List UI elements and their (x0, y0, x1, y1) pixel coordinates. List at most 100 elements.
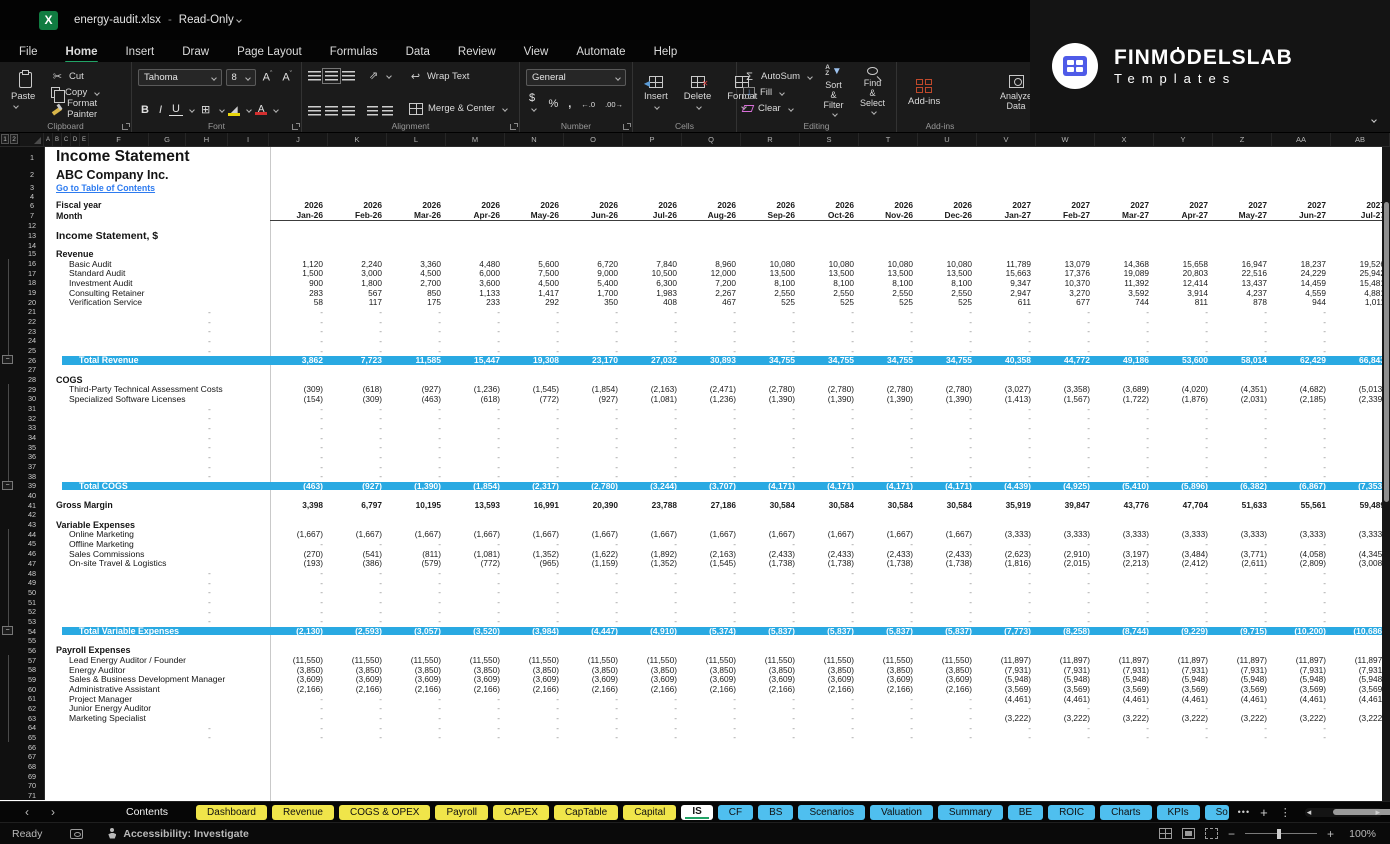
cell[interactable]: - (270, 326, 329, 336)
cell[interactable]: - (565, 452, 624, 462)
column-header-M[interactable]: M (446, 133, 505, 146)
align-top-icon[interactable] (308, 70, 321, 81)
cell[interactable]: (927) (329, 481, 388, 491)
cell[interactable]: - (860, 317, 919, 327)
cell[interactable]: - (978, 433, 1037, 443)
cell[interactable]: - (624, 413, 683, 423)
cell[interactable]: (11,550) (683, 655, 742, 665)
cell[interactable]: - (1155, 597, 1214, 607)
cell[interactable]: - (329, 713, 388, 723)
cell[interactable]: Dec-26 (919, 210, 978, 221)
cell[interactable]: - (1273, 326, 1332, 336)
cell[interactable]: - (1037, 732, 1096, 742)
cell[interactable]: - (978, 597, 1037, 607)
cell[interactable]: 13,500 (742, 268, 801, 278)
sheet-nav-back[interactable]: ‹ (14, 805, 40, 819)
cell[interactable]: (1,816) (978, 558, 1037, 568)
cell[interactable]: 467 (683, 297, 742, 307)
cell[interactable]: 2,700 (388, 278, 447, 288)
column-header-X[interactable]: X (1095, 133, 1154, 146)
row-number[interactable]: 69 (20, 771, 45, 781)
cell[interactable]: (3,689) (1096, 384, 1155, 394)
cell[interactable]: (1,667) (624, 529, 683, 539)
cell[interactable]: - (506, 723, 565, 733)
cell[interactable]: - (565, 568, 624, 578)
cell[interactable]: - (506, 442, 565, 452)
cell[interactable]: (2,780) (742, 384, 801, 394)
cell[interactable]: - (565, 346, 624, 356)
cell[interactable]: (1,738) (742, 558, 801, 568)
row-number[interactable]: 40 (20, 490, 45, 501)
cell[interactable]: (193) (270, 558, 329, 568)
cell[interactable]: (11,897) (1037, 655, 1096, 665)
row-number[interactable]: 23 (20, 326, 45, 337)
cell[interactable]: - (1037, 433, 1096, 443)
cell[interactable]: - (683, 471, 742, 481)
cell[interactable]: - (329, 346, 388, 356)
column-header-Z[interactable]: Z (1213, 133, 1272, 146)
cell[interactable]: (2,780) (565, 481, 624, 491)
cell[interactable]: - (1037, 723, 1096, 733)
format-painter-button[interactable]: Format Painter (51, 98, 125, 120)
cell[interactable]: - (447, 326, 506, 336)
cell[interactable]: (618) (447, 394, 506, 404)
cell[interactable]: (2,166) (742, 684, 801, 694)
cell[interactable]: - (329, 317, 388, 327)
cell[interactable]: - (565, 616, 624, 626)
zoom-slider-thumb[interactable] (1277, 828, 1282, 839)
cell[interactable]: Jun-26 (565, 210, 624, 221)
cell[interactable]: (5,948) (1037, 674, 1096, 684)
cell[interactable]: - (506, 346, 565, 356)
cell[interactable]: - (1096, 404, 1155, 414)
cell[interactable]: 1,700 (565, 288, 624, 298)
cell[interactable]: - (565, 423, 624, 433)
cell[interactable]: (3,609) (565, 674, 624, 684)
cell[interactable]: - (1273, 433, 1332, 443)
cell[interactable]: 19,308 (506, 355, 565, 365)
row-number[interactable]: 6 (20, 200, 45, 210)
cell[interactable]: (579) (388, 558, 447, 568)
cell[interactable]: Nov-26 (860, 210, 919, 221)
cell[interactable]: 3,600 (447, 278, 506, 288)
cell[interactable]: 12,000 (683, 268, 742, 278)
cell[interactable]: - (624, 346, 683, 356)
cell[interactable]: (1,738) (860, 558, 919, 568)
cell[interactable]: 10,080 (919, 259, 978, 269)
cell[interactable]: - (624, 404, 683, 414)
cell[interactable]: 2026 (860, 200, 919, 210)
cell[interactable]: (2,809) (1273, 558, 1332, 568)
column-header-Y[interactable]: Y (1154, 133, 1213, 146)
cell[interactable]: 3,862 (270, 355, 329, 365)
cell[interactable]: 58 (270, 297, 329, 307)
increase-decimal-button[interactable]: ←.0 (578, 100, 598, 109)
collapse-group-button[interactable]: − (2, 355, 13, 365)
cell[interactable]: - (1155, 471, 1214, 481)
column-header-P[interactable]: P (623, 133, 682, 146)
cell[interactable]: - (742, 607, 801, 617)
cell[interactable]: 2026 (270, 200, 329, 210)
cell[interactable]: - (1096, 336, 1155, 346)
menu-tab-automate[interactable]: Automate (575, 43, 626, 61)
cell[interactable]: - (742, 307, 801, 317)
cell[interactable]: - (624, 597, 683, 607)
cell[interactable]: (1,667) (506, 529, 565, 539)
cell[interactable]: 30,584 (801, 500, 860, 510)
row-label-cell[interactable]: Basic Audit (45, 259, 270, 269)
cell[interactable]: 2027 (1273, 200, 1332, 210)
row-number[interactable]: 44 (20, 529, 45, 540)
cell[interactable]: 34,755 (860, 355, 919, 365)
cell[interactable]: - (801, 462, 860, 472)
cell[interactable]: (1,390) (919, 394, 978, 404)
cell[interactable]: - (506, 587, 565, 597)
column-header-B[interactable]: B (53, 133, 62, 146)
cell[interactable]: - (742, 539, 801, 549)
sheet-tab-capex[interactable]: CAPEX (493, 804, 549, 820)
cell[interactable]: 27,186 (683, 500, 742, 510)
cell[interactable]: - (1096, 539, 1155, 549)
cell[interactable]: (1,545) (506, 384, 565, 394)
row-label-cell[interactable]: Online Marketing (45, 529, 270, 539)
cell[interactable]: - (624, 723, 683, 733)
cell[interactable]: 11,789 (978, 259, 1037, 269)
cell[interactable]: - (1096, 732, 1155, 742)
cell[interactable]: - (1037, 539, 1096, 549)
